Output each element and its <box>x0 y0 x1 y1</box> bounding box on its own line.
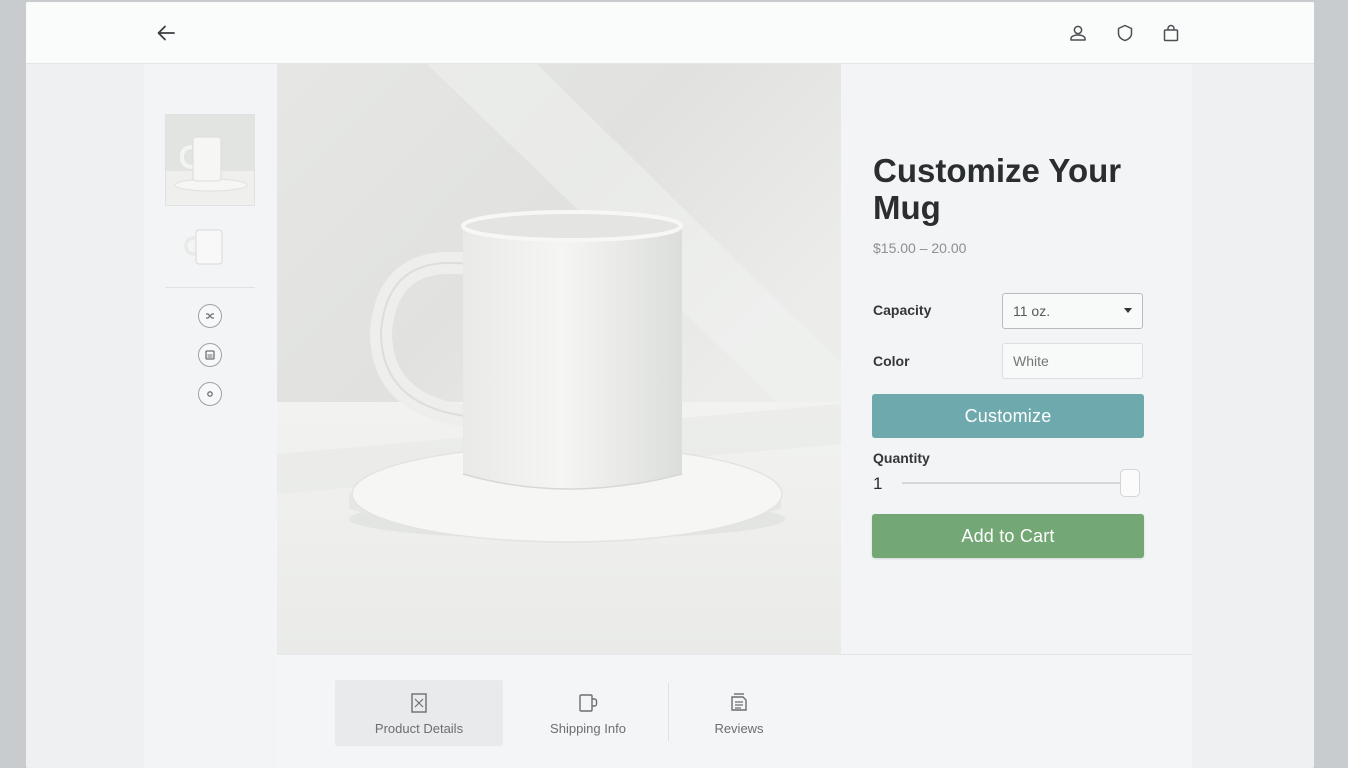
target-tool-button[interactable] <box>198 382 222 406</box>
document-icon <box>411 692 427 713</box>
image-tool-button[interactable] <box>198 343 222 367</box>
info-tabs: Product Details Shipping Info Reviews <box>277 654 1192 768</box>
quantity-label: Quantity <box>873 450 930 466</box>
mug-thumbnail-image <box>184 229 223 265</box>
arrow-left-icon <box>157 25 175 41</box>
back-button[interactable] <box>152 19 180 47</box>
product-details-panel: Customize Your Mug $15.00 – 20.00 Capaci… <box>841 64 1192 654</box>
app-window: Customize Your Mug $15.00 – 20.00 Capaci… <box>26 2 1314 768</box>
price-range: $15.00 – 20.00 <box>873 240 967 256</box>
customize-button[interactable]: Customize <box>872 394 1144 438</box>
product-main-image <box>277 64 841 654</box>
reviews-icon <box>731 692 747 711</box>
color-label: Color <box>873 353 910 369</box>
thumbnail-sidebar <box>144 64 277 654</box>
color-field[interactable] <box>1002 343 1143 379</box>
security-button[interactable] <box>1113 21 1137 45</box>
thumbnail-mug-on-coaster[interactable] <box>165 114 255 206</box>
tab-reviews[interactable]: Reviews <box>655 680 823 746</box>
capacity-label: Capacity <box>873 302 932 318</box>
tab-label: Shipping Info <box>550 720 626 736</box>
capacity-select[interactable]: 11 oz. <box>1002 293 1143 329</box>
chevron-down-icon <box>1124 308 1132 313</box>
target-icon <box>207 391 213 397</box>
shuffle-tool-button[interactable] <box>198 304 222 328</box>
tab-label: Product Details <box>374 720 464 736</box>
account-button[interactable] <box>1066 21 1090 45</box>
shield-icon <box>1117 24 1133 42</box>
quantity-value: 1 <box>873 474 883 493</box>
divider <box>165 287 255 288</box>
user-icon <box>1070 25 1086 41</box>
tab-product-details[interactable]: Product Details <box>335 680 503 746</box>
cart-button[interactable] <box>1159 21 1183 45</box>
mug-thumbnail-image <box>166 115 254 205</box>
capacity-value: 11 oz. <box>1013 303 1051 319</box>
mug-icon <box>579 693 598 712</box>
tab-shipping-info[interactable]: Shipping Info <box>504 680 672 746</box>
shopping-bag-icon <box>1163 24 1179 42</box>
thumbnail-mug-plain[interactable] <box>165 222 255 272</box>
image-icon <box>205 350 215 360</box>
tab-label: Reviews <box>714 720 764 736</box>
product-title: Customize Your Mug <box>873 152 1122 226</box>
mug-photo <box>277 64 841 654</box>
add-to-cart-button[interactable]: Add to Cart <box>872 514 1144 558</box>
quantity-slider[interactable] <box>902 468 1142 498</box>
shuffle-icon <box>206 313 214 319</box>
product-page: Customize Your Mug $15.00 – 20.00 Capaci… <box>144 64 1192 768</box>
top-nav-bar <box>26 2 1314 64</box>
slider-thumb[interactable] <box>1120 469 1140 497</box>
slider-track <box>902 482 1130 484</box>
